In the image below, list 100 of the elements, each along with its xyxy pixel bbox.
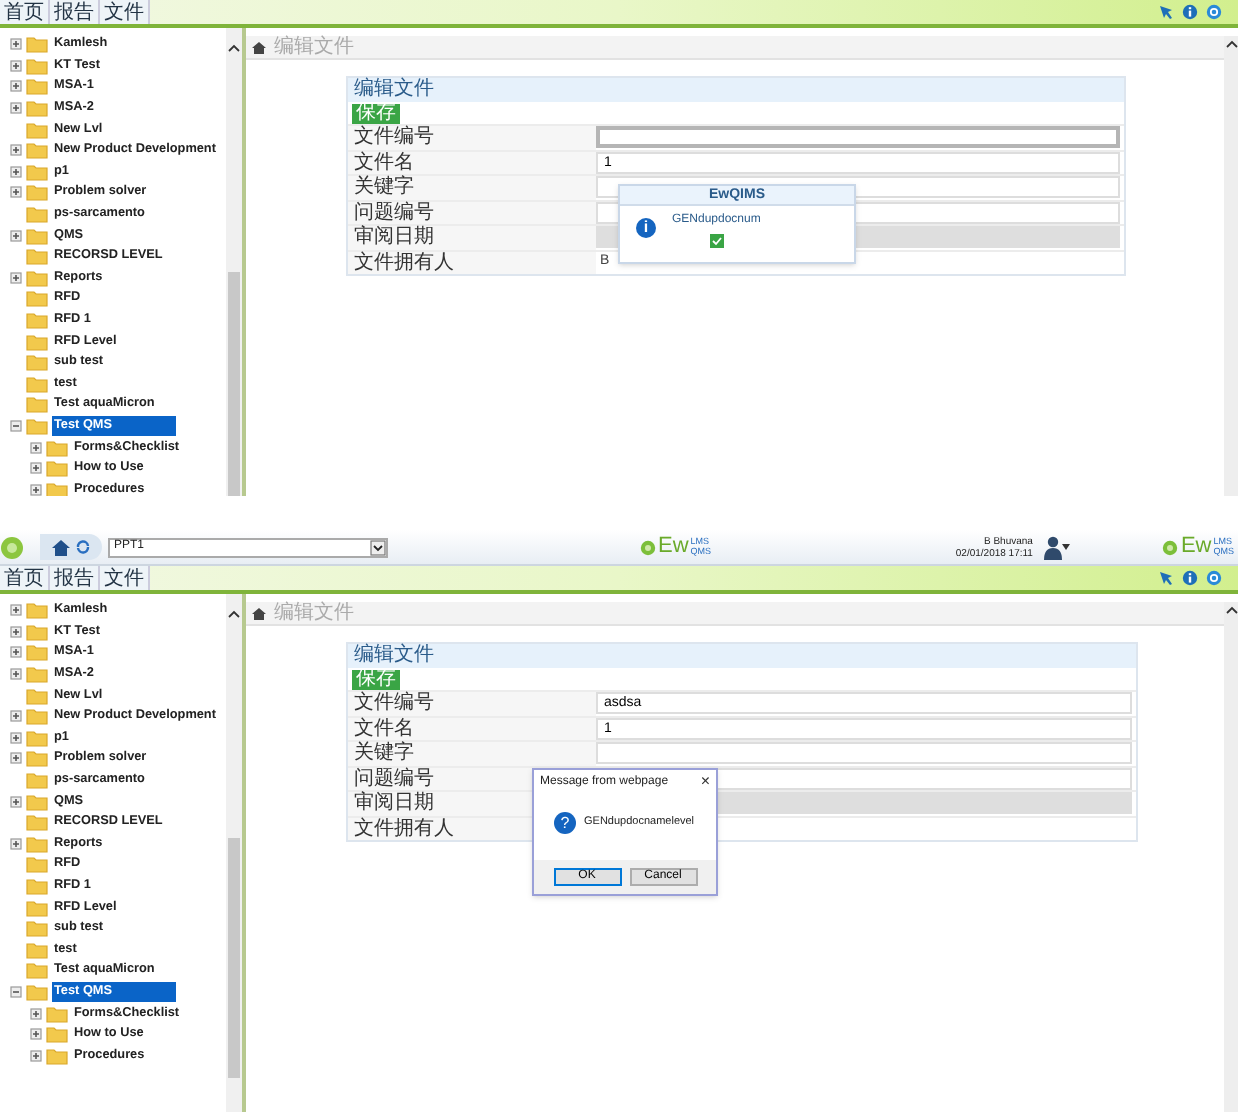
field-label: 文件拥有人 — [348, 251, 596, 274]
expand-icon[interactable] — [30, 441, 42, 454]
ok-button[interactable] — [709, 234, 724, 248]
field-label: 关键字 — [348, 742, 596, 765]
expand-icon[interactable] — [10, 80, 22, 93]
logo-text: Ew — [658, 536, 689, 558]
pin-icon[interactable] — [1158, 570, 1174, 586]
scrollbar-thumb[interactable] — [228, 838, 240, 1078]
pin-icon[interactable] — [1158, 4, 1174, 20]
folder-icon — [26, 267, 48, 288]
folder-icon — [26, 960, 48, 981]
folder-icon — [26, 854, 48, 875]
expand-icon[interactable] — [10, 646, 22, 659]
home-icon[interactable] — [252, 607, 266, 619]
collapse-icon[interactable] — [10, 419, 22, 432]
field-label: 文件名 — [348, 717, 596, 740]
caret-icon[interactable] — [1062, 544, 1071, 550]
input-field[interactable] — [596, 126, 1120, 149]
expand-icon[interactable] — [10, 271, 22, 284]
folder-icon — [26, 55, 48, 76]
field-label: 问题编号 — [348, 201, 596, 224]
scroll-up-icon[interactable] — [1225, 40, 1237, 48]
expand-icon[interactable] — [10, 59, 22, 72]
input-field[interactable] — [596, 742, 1132, 765]
expand-icon[interactable] — [30, 483, 42, 496]
folder-icon — [26, 415, 48, 436]
folder-icon — [26, 394, 48, 415]
expand-icon[interactable] — [30, 1028, 42, 1041]
expand-icon[interactable] — [10, 144, 22, 157]
close-button[interactable]: × — [700, 773, 710, 789]
folder-icon — [26, 288, 48, 309]
expand-icon[interactable] — [10, 668, 22, 681]
scroll-up-icon[interactable] — [1225, 606, 1237, 614]
folder-icon — [26, 600, 48, 621]
field-label: 关键字 — [348, 176, 596, 199]
user-icon[interactable] — [1044, 535, 1063, 559]
expand-icon[interactable] — [10, 752, 22, 765]
folder-icon — [26, 161, 48, 182]
question-icon: ? — [554, 811, 576, 833]
expand-icon[interactable] — [10, 38, 22, 51]
form-title: 编辑文件 — [348, 644, 1136, 668]
scrollbar-thumb[interactable] — [228, 272, 240, 496]
folder-icon — [26, 791, 48, 812]
folder-icon — [46, 437, 68, 458]
folder-icon — [26, 373, 48, 394]
check-icon — [711, 236, 722, 246]
expand-icon[interactable] — [30, 1007, 42, 1020]
flower-icon — [640, 539, 656, 555]
home-icon[interactable] — [252, 41, 266, 53]
menu-tab[interactable]: 报告 — [50, 566, 100, 590]
sun-icon — [0, 535, 24, 559]
info-icon: i — [636, 218, 656, 238]
info-icon[interactable] — [1182, 570, 1198, 586]
info-icon[interactable] — [1182, 4, 1198, 20]
folder-icon — [26, 748, 48, 769]
folder-icon — [26, 98, 48, 119]
expand-icon[interactable] — [10, 731, 22, 744]
expand-icon[interactable] — [10, 795, 22, 808]
folder-icon — [26, 204, 48, 225]
folder-icon — [26, 119, 48, 140]
folder-icon — [26, 876, 48, 897]
collapse-icon[interactable] — [10, 985, 22, 998]
expand-icon[interactable] — [10, 165, 22, 178]
expand-icon[interactable] — [10, 186, 22, 199]
folder-icon — [26, 939, 48, 960]
menu-tab[interactable]: 首页 — [0, 566, 50, 590]
folder-icon — [26, 76, 48, 97]
expand-icon[interactable] — [10, 102, 22, 115]
folder-icon — [26, 833, 48, 854]
menu-tab[interactable]: 文件 — [100, 566, 150, 590]
folder-icon — [26, 182, 48, 203]
menu-tab[interactable]: 报告 — [50, 0, 100, 24]
flower-icon — [1162, 539, 1179, 555]
folder-icon — [26, 225, 48, 246]
expand-icon[interactable] — [10, 604, 22, 617]
folder-icon — [46, 479, 68, 496]
home-icon[interactable] — [52, 539, 70, 555]
expand-icon[interactable] — [10, 625, 22, 638]
field-label: 文件编号 — [348, 126, 596, 149]
folder-icon — [26, 34, 48, 55]
folder-icon — [46, 458, 68, 479]
field-label: 文件编号 — [348, 692, 596, 715]
menu-tab[interactable]: 文件 — [100, 0, 150, 24]
folder-icon — [26, 664, 48, 685]
expand-icon[interactable] — [10, 229, 22, 242]
expand-icon[interactable] — [10, 710, 22, 723]
expand-icon[interactable] — [30, 462, 42, 475]
scroll-up-icon[interactable] — [228, 44, 240, 52]
form-title: 编辑文件 — [348, 78, 1124, 102]
folder-icon — [46, 1024, 68, 1045]
folder-icon — [46, 1003, 68, 1024]
folder-icon — [26, 140, 48, 161]
folder-icon — [26, 685, 48, 706]
folder-icon — [26, 897, 48, 918]
folder-icon — [26, 310, 48, 331]
expand-icon[interactable] — [10, 837, 22, 850]
menu-tab[interactable]: 首页 — [0, 0, 50, 24]
expand-icon[interactable] — [30, 1049, 42, 1062]
refresh-icon[interactable] — [76, 540, 90, 554]
scroll-up-icon[interactable] — [228, 610, 240, 618]
